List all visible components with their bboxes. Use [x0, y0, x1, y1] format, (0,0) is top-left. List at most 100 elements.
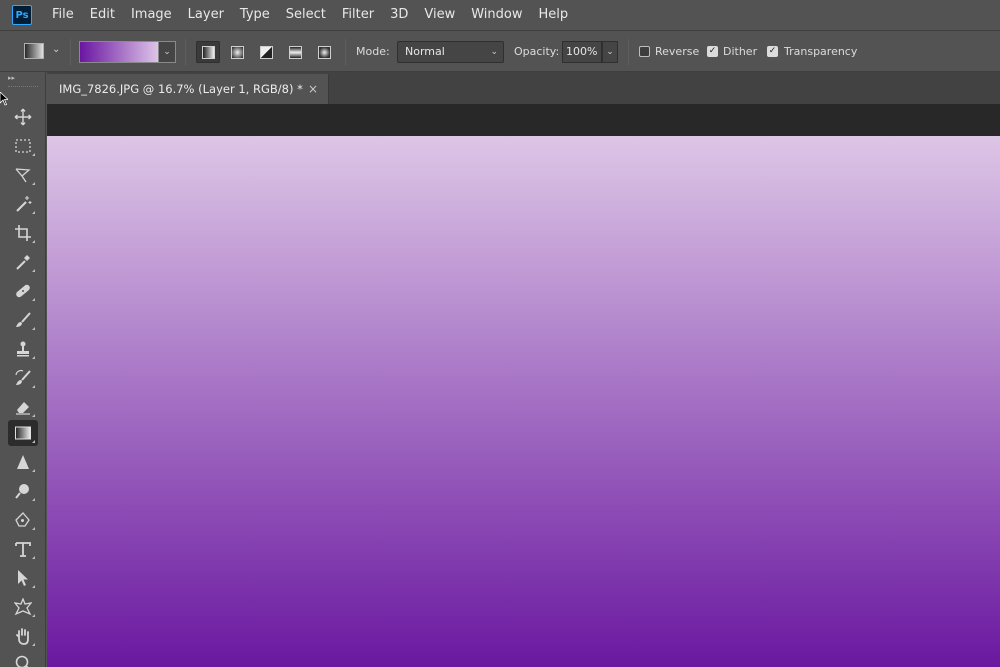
- quick-select-tool[interactable]: [8, 191, 38, 217]
- tool-group-indicator: [32, 440, 35, 443]
- tool-preset-picker[interactable]: [24, 43, 44, 59]
- marquee-tool[interactable]: [8, 133, 38, 159]
- menu-image[interactable]: Image: [123, 0, 180, 30]
- brush-tool[interactable]: [8, 307, 38, 333]
- tool-group-indicator: [32, 298, 35, 301]
- transparency-checkbox[interactable]: ✓: [767, 46, 778, 57]
- document-tab[interactable]: IMG_7826.JPG @ 16.7% (Layer 1, RGB/8) * …: [47, 74, 329, 104]
- mode-label: Mode:: [356, 45, 390, 58]
- dither-label: Dither: [723, 45, 758, 58]
- dither-checkbox[interactable]: ✓: [707, 46, 718, 57]
- reflected-gradient-button[interactable]: [283, 41, 307, 63]
- move-icon: [14, 108, 32, 126]
- collapse-panel-icon[interactable]: ▸▸: [8, 74, 15, 82]
- tool-group-indicator: [32, 556, 35, 559]
- opacity-slider-dropdown[interactable]: ⌄: [602, 41, 618, 63]
- close-icon[interactable]: ×: [308, 74, 318, 104]
- transparency-label: Transparency: [784, 45, 858, 58]
- bandage-icon: [16, 284, 30, 298]
- chevron-down-icon: ⌄: [490, 47, 498, 57]
- options-bar: ⌄ ⌄ Mode: Normal ⌄ Opacity: 100% ⌄ Rever…: [0, 30, 1000, 72]
- panel-grip[interactable]: [8, 86, 38, 89]
- gradient-icon: [15, 426, 31, 440]
- move-tool[interactable]: [8, 104, 38, 130]
- menu-layer[interactable]: Layer: [180, 0, 232, 30]
- tool-group-indicator: [32, 614, 35, 617]
- gradient-preview[interactable]: [79, 41, 159, 63]
- marquee-icon: [15, 139, 31, 153]
- crop-icon: [15, 225, 31, 241]
- sharpen-tool[interactable]: [8, 449, 38, 475]
- path-selection-tool[interactable]: [8, 565, 38, 591]
- diamond-gradient-button[interactable]: [312, 41, 336, 63]
- dodge-tool[interactable]: [8, 478, 38, 504]
- tools-panel: ▸▸: [0, 72, 46, 667]
- menu-edit[interactable]: Edit: [82, 0, 123, 30]
- crop-tool[interactable]: [8, 220, 38, 246]
- tool-group-indicator: [32, 269, 35, 272]
- menu-type[interactable]: Type: [232, 0, 278, 30]
- reverse-checkbox[interactable]: [639, 46, 650, 57]
- separator: [70, 39, 71, 65]
- menu-help[interactable]: Help: [531, 0, 577, 30]
- radial-gradient-button[interactable]: [225, 41, 249, 63]
- eyedropper-tool[interactable]: [8, 249, 38, 275]
- hand-icon: [16, 628, 29, 645]
- custom-shape-tool[interactable]: [8, 594, 38, 620]
- hand-tool[interactable]: [8, 623, 38, 649]
- gradient-picker-dropdown[interactable]: ⌄: [158, 41, 176, 63]
- brush-icon: [16, 312, 31, 327]
- menu-window[interactable]: Window: [463, 0, 530, 30]
- photoshop-logo-icon[interactable]: Ps: [12, 5, 32, 25]
- separator: [345, 39, 346, 65]
- menu-view[interactable]: View: [416, 0, 463, 30]
- tool-group-indicator: [32, 643, 35, 646]
- separator: [185, 39, 186, 65]
- type-tool[interactable]: [8, 536, 38, 562]
- tool-group-indicator: [32, 585, 35, 588]
- menu-select[interactable]: Select: [278, 0, 334, 30]
- menu-file[interactable]: File: [44, 0, 82, 30]
- magnifier-icon: [15, 655, 29, 667]
- document-canvas[interactable]: [47, 136, 1000, 667]
- clone-stamp-tool[interactable]: [8, 336, 38, 362]
- eyedropper-icon: [16, 255, 30, 270]
- gradient-tool[interactable]: [8, 420, 38, 446]
- canvas-workspace[interactable]: [47, 104, 1000, 667]
- linear-gradient-icon: [201, 45, 215, 59]
- menu-filter[interactable]: Filter: [334, 0, 382, 30]
- stamp-icon: [17, 341, 29, 357]
- lasso-tool[interactable]: [8, 162, 38, 188]
- custom-shape-icon: [14, 598, 32, 616]
- tool-group-indicator: [32, 240, 35, 243]
- tool-group-indicator: [32, 153, 35, 156]
- radial-gradient-icon: [230, 45, 244, 59]
- mode-select[interactable]: Normal ⌄: [397, 41, 504, 63]
- arrow-select-icon: [18, 570, 28, 586]
- healing-brush-tool[interactable]: [8, 278, 38, 304]
- tool-group-indicator: [32, 327, 35, 330]
- eraser-tool[interactable]: [8, 394, 38, 420]
- menu-3d[interactable]: 3D: [382, 0, 416, 30]
- opacity-label: Opacity:: [514, 45, 560, 58]
- separator: [628, 39, 629, 65]
- angle-gradient-icon: [259, 45, 273, 59]
- mode-value: Normal: [405, 45, 445, 58]
- document-tab-title: IMG_7826.JPG @ 16.7% (Layer 1, RGB/8) *: [59, 82, 303, 96]
- eraser-icon: [16, 402, 30, 415]
- zoom-tool[interactable]: [8, 650, 38, 667]
- linear-gradient-button[interactable]: [196, 41, 220, 63]
- chevron-down-icon[interactable]: ⌄: [52, 44, 60, 55]
- pen-tool[interactable]: [8, 507, 38, 533]
- document-tab-bar: IMG_7826.JPG @ 16.7% (Layer 1, RGB/8) * …: [47, 72, 1000, 104]
- history-brush-icon: [15, 369, 31, 385]
- history-brush-tool[interactable]: [8, 365, 38, 391]
- angle-gradient-button[interactable]: [254, 41, 278, 63]
- tool-group-indicator: [32, 469, 35, 472]
- opacity-input[interactable]: 100%: [562, 41, 602, 63]
- menu-bar: Ps File Edit Image Layer Type Select Fil…: [0, 0, 1000, 30]
- tool-group-indicator: [32, 356, 35, 359]
- tool-group-indicator: [32, 211, 35, 214]
- tool-group-indicator: [32, 498, 35, 501]
- reflected-gradient-icon: [288, 45, 302, 59]
